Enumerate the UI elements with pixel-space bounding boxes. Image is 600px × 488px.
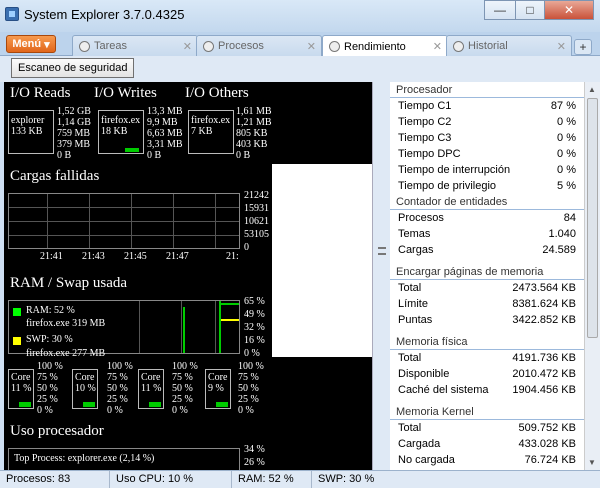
io-others-axis: 1,61 MB 1,21 MB 805 KB 403 KB 0 B — [236, 106, 272, 161]
close-icon: ✕ — [563, 3, 575, 17]
cpu-axis: 34 % 26 % — [244, 444, 265, 468]
ram-axis: 65 % 49 % 32 % 16 % 0 % — [244, 296, 265, 359]
top-process-label: Top Process: explorer.exe (2,14 %) — [14, 453, 155, 464]
panel-splitter[interactable] — [372, 82, 390, 470]
core-graph: Core 10 % — [72, 369, 98, 409]
plus-icon: + — [579, 40, 587, 54]
minimize-button[interactable]: — — [484, 0, 516, 20]
close-tab-icon[interactable]: ✕ — [183, 40, 192, 53]
io-reads-graph: explorer 133 KB — [8, 110, 54, 154]
swp-legend-marker — [13, 337, 21, 345]
list-item: Cargas 24.589 — [398, 244, 576, 256]
chevron-down-icon: ▾ — [44, 38, 50, 51]
gear-icon — [203, 40, 214, 52]
app-logo-icon — [5, 7, 19, 21]
graph-gap — [272, 164, 372, 357]
graph-background — [272, 82, 372, 164]
io-writes-title: I/O Writes — [94, 85, 157, 101]
scrollbar-thumb[interactable] — [587, 98, 598, 338]
list-item: Puntas 3422.852 KB — [398, 314, 576, 326]
status-swap: SWP: 30 % — [318, 472, 375, 485]
tasks-icon — [79, 40, 90, 52]
list-item: Temas 1.040 — [398, 228, 576, 240]
list-item: Límite 8381.624 KB — [398, 298, 576, 310]
ram-legend-marker — [13, 308, 21, 316]
status-bar: Procesos: 83 Uso CPU: 10 % RAM: 52 % SWP… — [0, 470, 600, 488]
window-title: System Explorer 3.7.0.4325 — [24, 7, 185, 22]
tab-rendimiento[interactable]: Rendimiento ✕ — [322, 35, 448, 57]
list-item: Total 509.752 KB — [398, 422, 576, 434]
io-reads-axis: 1,52 GB 1,14 GB 759 MB 379 MB 0 B — [57, 106, 91, 161]
list-item: Tiempo DPC 0 % — [398, 148, 576, 160]
minimize-icon: — — [494, 3, 506, 17]
close-tab-icon[interactable]: ✕ — [307, 40, 316, 53]
grip-icon — [378, 247, 386, 255]
list-item: Tiempo de interrupción 0 % — [398, 164, 576, 176]
list-item: Total 4191.736 KB — [398, 352, 576, 364]
list-item: Tiempo C3 0 % — [398, 132, 576, 144]
list-item: Total 2473.564 KB — [398, 282, 576, 294]
core-axis: 100 % 75 % 50 % 25 % 0 % — [37, 361, 63, 416]
tab-procesos[interactable]: Procesos ✕ — [196, 35, 322, 56]
list-item: Procesos 84 — [398, 212, 576, 224]
stats-scrollbar[interactable]: ▲ ▼ — [584, 82, 600, 470]
close-tab-icon[interactable]: ✕ — [557, 40, 566, 53]
tab-bar: Menú ▾ Tareas ✕ Procesos ✕ Rendimiento ✕ His… — [0, 32, 600, 57]
list-item: Tiempo de privilegio 5 % — [398, 180, 576, 192]
io-others-graph: firefox.ex 7 KB — [188, 110, 234, 154]
list-item: Caché del sistema 1904.456 KB — [398, 384, 576, 396]
core-axis: 100 % 75 % 50 % 25 % 0 % — [172, 361, 198, 416]
core-axis: 100 % 75 % 50 % 25 % 0 % — [107, 361, 133, 416]
scroll-up-icon[interactable]: ▲ — [588, 85, 596, 94]
clock-icon — [453, 40, 464, 52]
ram-title: RAM / Swap usada — [10, 275, 128, 291]
io-others-title: I/O Others — [185, 85, 249, 101]
page-memory-group: Encargar páginas de memoria Total 2473.56… — [390, 264, 584, 328]
list-item: Cargada 433.028 KB — [398, 438, 576, 450]
list-item: No cargada 76.724 KB — [398, 454, 576, 466]
add-tab-button[interactable]: + — [574, 39, 592, 55]
core-axis: 100 % 75 % 50 % 25 % 0 % — [238, 361, 264, 416]
graph-background — [272, 357, 372, 470]
core-graph: Core 11 % — [138, 369, 164, 409]
list-item: Tiempo C2 0 % — [398, 116, 576, 128]
processor-group: Procesador Tiempo C1 87 % Tiempo C2 0 % Ti… — [390, 82, 584, 194]
status-processes: Procesos: 83 — [0, 470, 110, 488]
security-scan-button[interactable]: Escaneo de seguridad — [11, 58, 135, 78]
io-reads-title: I/O Reads — [10, 85, 71, 101]
scroll-down-icon[interactable]: ▼ — [588, 458, 596, 467]
status-cpu: Uso CPU: 10 % — [110, 470, 232, 488]
menu-button[interactable]: Menú ▾ — [6, 35, 56, 53]
toolbar: Escaneo de seguridad — [0, 56, 600, 82]
io-writes-axis: 13,3 MB 9,9 MB 6,63 MB 3,31 MB 0 B — [147, 106, 183, 161]
entities-group: Contador de entidades Procesos 84 Temas 1.… — [390, 194, 584, 258]
kernel-memory-group: Memoria Kernel Total 509.752 KB Cargada 43… — [390, 404, 584, 468]
cpu-title: Uso procesador — [10, 423, 104, 439]
tab-historial[interactable]: Historial ✕ — [446, 35, 572, 56]
close-button[interactable]: ✕ — [544, 0, 594, 20]
core-graph: Core 9 % — [205, 369, 231, 409]
tab-tareas[interactable]: Tareas ✕ — [72, 35, 198, 56]
core-graph: Core 11 % — [8, 369, 34, 409]
list-item: Tiempo C1 87 % — [398, 100, 576, 112]
performance-graphs: I/O Reads I/O Writes I/O Others explorer… — [4, 82, 272, 470]
title-bar: System Explorer 3.7.0.4325 — □ ✕ — [0, 0, 600, 32]
performance-icon — [329, 41, 340, 52]
status-ram: RAM: 52 % — [232, 470, 312, 488]
maximize-button[interactable]: □ — [515, 0, 545, 20]
stats-panel: Procesador Tiempo C1 87 % Tiempo C2 0 % Ti… — [390, 82, 584, 470]
faults-graph — [8, 193, 240, 249]
close-tab-icon[interactable]: ✕ — [433, 40, 442, 53]
maximize-icon: □ — [526, 3, 534, 17]
physical-memory-group: Memoria física Total 4191.736 KB Disponib… — [390, 334, 584, 398]
faults-title: Cargas fallidas — [10, 168, 100, 184]
list-item: Disponible 2010.472 KB — [398, 368, 576, 380]
faults-axis: 21242 15931 10621 53105 0 — [244, 190, 269, 253]
io-writes-graph: firefox.ex 18 KB — [98, 110, 144, 154]
